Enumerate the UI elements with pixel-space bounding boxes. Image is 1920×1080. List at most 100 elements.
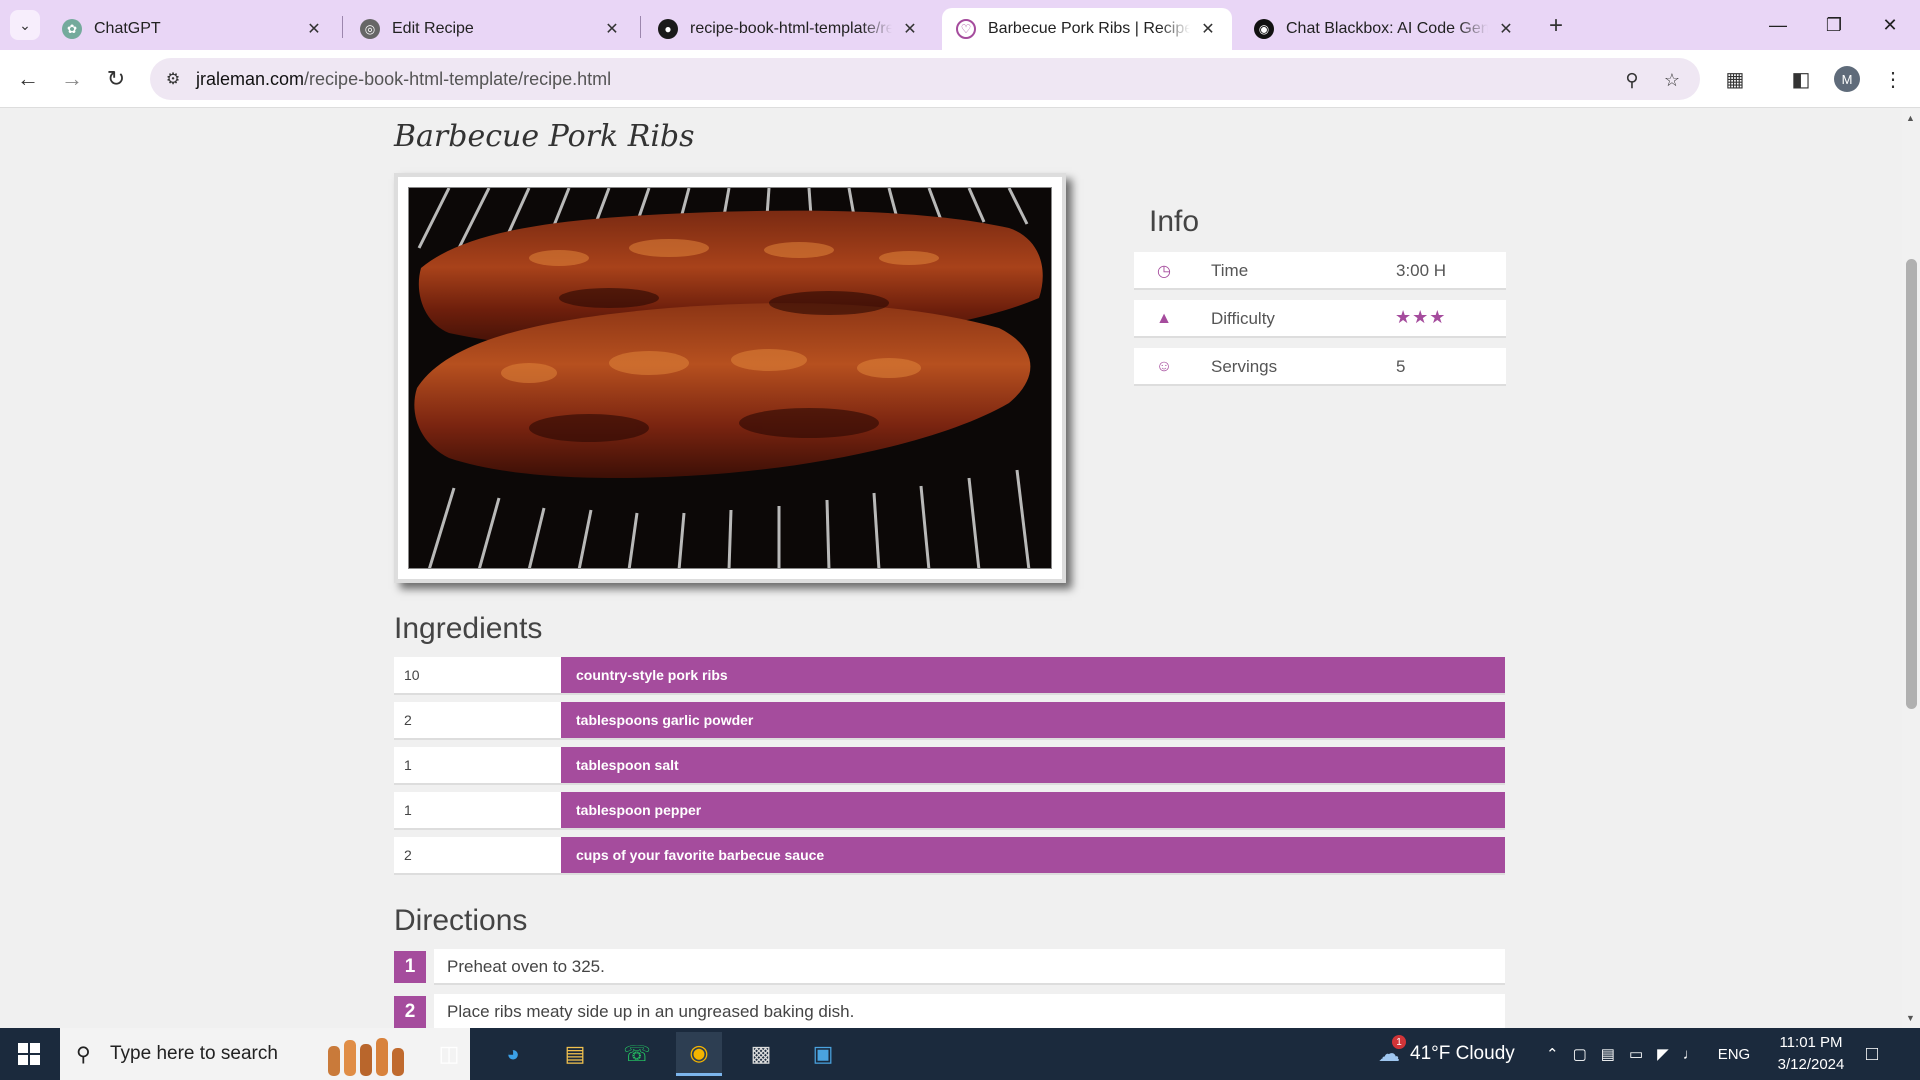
recipe-photo [408, 187, 1052, 569]
terminal-icon: ▩ [750, 1041, 772, 1066]
tab-edit-recipe[interactable]: ◎ Edit Recipe ✕ [346, 8, 636, 50]
ingredient-qty: 2 [394, 702, 561, 738]
reload-button[interactable]: ↻ [100, 63, 132, 95]
tab-barbecue-pork-ribs[interactable]: ♡ Barbecue Pork Ribs | Recipe Boo ✕ [942, 8, 1232, 50]
info-label: Servings [1211, 357, 1278, 376]
restore-button[interactable]: ❐ [1806, 0, 1862, 50]
meet-icon[interactable]: ▢ [1573, 1045, 1587, 1063]
url-text[interactable]: jraleman.com/recipe-book-html-template/r… [196, 69, 611, 90]
recipe-photo-frame [394, 173, 1066, 583]
tab-blackbox[interactable]: ◉ Chat Blackbox: AI Code Generat ✕ [1240, 8, 1530, 50]
bookmark-star-icon[interactable]: ☆ [1660, 68, 1684, 92]
ingredient-row: 2 tablespoons garlic powder [394, 702, 1505, 740]
ingredients-heading: Ingredients [394, 612, 543, 645]
ingredient-name: tablespoon salt [561, 747, 1505, 783]
zoom-icon[interactable]: ⚲ [1620, 68, 1644, 92]
search-placeholder: Type here to search [110, 1043, 278, 1064]
extensions-icon[interactable]: ▦ [1720, 64, 1750, 94]
site-info-icon[interactable]: ⚙ [162, 68, 184, 90]
direction-step: 1 Preheat oven to 325. [394, 949, 1505, 985]
notification-icon: □ [1866, 1042, 1879, 1065]
difficulty-stars: ★★★ [1395, 307, 1446, 328]
wifi-icon[interactable]: ◤ [1657, 1045, 1669, 1063]
info-row-servings: ☺ Servings 5 [1134, 348, 1506, 386]
back-button[interactable]: ← [12, 63, 44, 95]
github-icon: ● [658, 19, 678, 39]
window-icon: ▣ [812, 1041, 834, 1066]
terminal-app[interactable]: ▩ [738, 1032, 784, 1076]
start-button[interactable] [0, 1028, 58, 1080]
file-explorer-app[interactable]: ▤ [552, 1032, 598, 1076]
close-icon[interactable]: ✕ [900, 19, 920, 39]
weather-widget[interactable]: ☁ 1 41°F Cloudy [1378, 1028, 1515, 1080]
clock-icon: ◷ [1157, 263, 1171, 280]
step-number: 2 [394, 996, 426, 1028]
arrow-right-icon: → [61, 66, 83, 91]
close-icon[interactable]: ✕ [304, 19, 324, 39]
edge-app[interactable]: ◕ [490, 1032, 536, 1076]
weather-text: 41°F Cloudy [1410, 1043, 1515, 1064]
recipe-book-icon: ♡ [956, 19, 976, 39]
scroll-up-icon[interactable]: ▲ [1906, 113, 1915, 123]
whatsapp-app[interactable]: ☏ [614, 1032, 660, 1076]
chevron-up-icon[interactable]: ⌃ [1546, 1045, 1559, 1063]
clock[interactable]: 11:01 PM 3/12/2024 [1766, 1032, 1856, 1076]
tab-github[interactable]: ● recipe-book-html-template/rec ✕ [644, 8, 934, 50]
ingredient-row: 1 tablespoon pepper [394, 792, 1505, 830]
volume-icon[interactable]: ♩ [1683, 1046, 1698, 1063]
avatar[interactable]: M [1834, 66, 1860, 92]
globe-icon: ◎ [360, 19, 380, 39]
address-bar[interactable]: ⚙ jraleman.com/recipe-book-html-template… [150, 58, 1700, 100]
plus-icon: + [1548, 12, 1563, 39]
close-window-button[interactable]: ✕ [1862, 0, 1918, 50]
network-status-icon[interactable]: ▤ [1601, 1045, 1615, 1063]
side-panel-icon[interactable]: ◧ [1786, 64, 1816, 94]
close-icon[interactable]: ✕ [1496, 19, 1516, 39]
step-text: Place ribs meaty side up in an ungreased… [434, 994, 1505, 1028]
forward-button[interactable]: → [56, 63, 88, 95]
ingredient-row: 1 tablespoon salt [394, 747, 1505, 785]
browser-toolbar: ← → ↻ ⚙ jraleman.com/recipe-book-html-te… [0, 50, 1920, 108]
ingredient-name: tablespoon pepper [561, 792, 1505, 828]
ingredient-row: 2 cups of your favorite barbecue sauce [394, 837, 1505, 875]
menu-icon[interactable]: ⋮ [1878, 64, 1908, 94]
url-host: jraleman.com [196, 69, 305, 89]
tab-label: Barbecue Pork Ribs | Recipe Boo [988, 20, 1190, 37]
page-scrollbar[interactable]: ▲ ▼ [1902, 109, 1920, 1028]
minimize-button[interactable]: — [1750, 0, 1806, 50]
edge-icon: ◕ [506, 1041, 520, 1066]
ingredient-row: 10 country-style pork ribs [394, 657, 1505, 695]
chrome-app[interactable]: ◉ [676, 1032, 722, 1076]
info-row-time: ◷ Time 3:00 H [1134, 252, 1506, 290]
info-value: 5 [1396, 357, 1406, 376]
taskbar-search[interactable]: ⚲ Type here to search [60, 1028, 470, 1080]
language-indicator[interactable]: ENG [1718, 1046, 1751, 1063]
clock-time: 11:01 PM [1779, 1034, 1843, 1051]
notifications-button[interactable]: □ [1866, 1028, 1878, 1080]
ingredient-qty: 1 [394, 747, 561, 783]
clock-date: 3/12/2024 [1777, 1056, 1845, 1073]
info-label: Time [1211, 261, 1249, 280]
battery-icon[interactable]: ▭ [1629, 1045, 1643, 1063]
cloud-icon: ☁ 1 [1378, 1035, 1406, 1067]
task-view-button[interactable]: ◫ [426, 1032, 472, 1076]
notepad-app[interactable]: ▣ [800, 1032, 846, 1076]
ingredient-qty: 2 [394, 837, 561, 873]
info-label: Difficulty [1211, 309, 1275, 328]
tab-chatgpt[interactable]: ✿ ChatGPT ✕ [48, 8, 338, 50]
tab-label: Edit Recipe [392, 20, 474, 37]
new-tab-button[interactable]: + [1540, 12, 1572, 40]
ingredient-qty: 1 [394, 792, 561, 828]
tab-label: recipe-book-html-template/rec [690, 20, 892, 37]
close-icon[interactable]: ✕ [602, 19, 622, 39]
star-icon: ★ [1412, 307, 1430, 327]
info-value: 3:00 H [1396, 261, 1447, 280]
windows-taskbar: ⚲ Type here to search ◫ ◕ ▤ ☏ ◉ ▩ ▣ ☁ 1 4… [0, 1028, 1920, 1080]
scroll-down-icon[interactable]: ▼ [1906, 1013, 1915, 1023]
scrollbar-thumb[interactable] [1906, 259, 1917, 709]
step-number: 1 [394, 951, 426, 983]
tab-search-button[interactable]: ⌄ [10, 10, 40, 40]
close-icon[interactable]: ✕ [1198, 19, 1218, 39]
folder-icon: ▤ [564, 1041, 586, 1066]
restore-icon: ❐ [1825, 14, 1843, 35]
